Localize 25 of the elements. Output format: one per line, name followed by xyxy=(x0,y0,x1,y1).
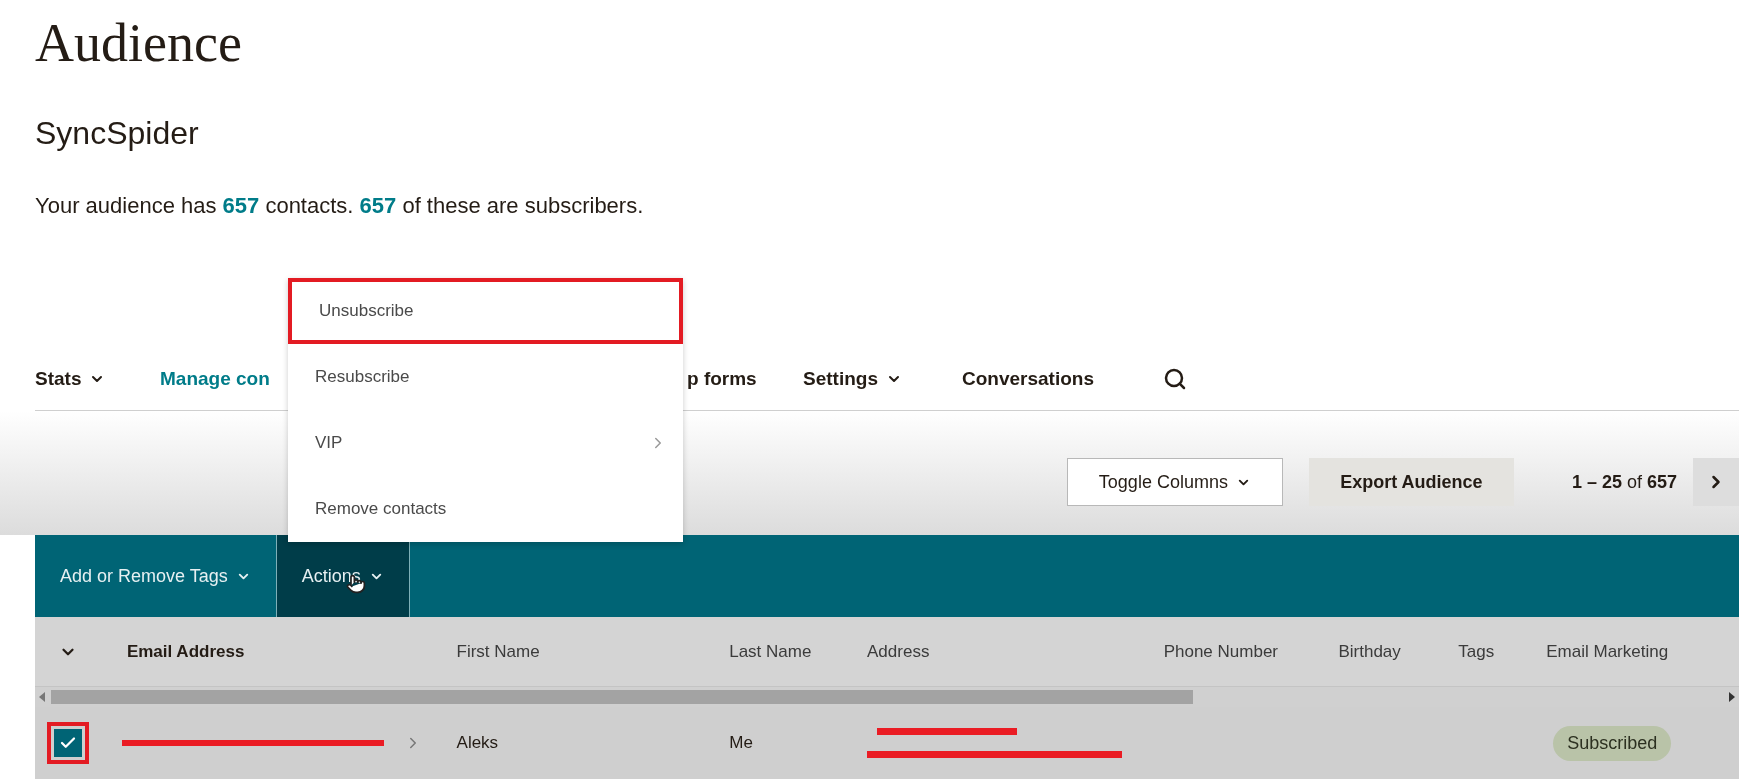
table-cell: Me xyxy=(729,733,753,753)
column-header[interactable]: Tags xyxy=(1458,641,1495,661)
nav-tab[interactable]: Stats xyxy=(35,364,106,394)
audience-name: SyncSpider xyxy=(35,114,199,153)
column-header[interactable]: First Name xyxy=(456,641,540,661)
audience-summary: Your audience has 657 contacts. 657 of these are subscribers. xyxy=(35,192,644,220)
column-header[interactable]: Address xyxy=(867,641,930,661)
nav-tab[interactable]: Manage con xyxy=(160,364,270,394)
menu-item[interactable]: Resubscribe xyxy=(288,344,683,410)
nav-tab[interactable]: Settings xyxy=(803,364,902,394)
toggle-columns-button[interactable]: Toggle Columns xyxy=(1066,458,1283,506)
pagination-text: 1 – 25 of 657 xyxy=(1571,471,1677,494)
nav-tab[interactable]: p forms xyxy=(687,364,757,394)
page-title: Audience xyxy=(35,12,242,75)
column-header[interactable]: Phone Number xyxy=(1163,641,1278,661)
column-header[interactable]: Birthday xyxy=(1338,641,1401,661)
status-badge: Subscribed xyxy=(1553,725,1672,761)
nav-tab[interactable]: Conversations xyxy=(962,364,1094,394)
column-header[interactable]: Last Name xyxy=(729,641,812,661)
menu-item[interactable]: VIP xyxy=(288,410,683,476)
menu-item[interactable]: Unsubscribe xyxy=(288,278,683,344)
export-audience-button[interactable]: Export Audience xyxy=(1308,458,1514,506)
table-cell: Aleks xyxy=(456,733,499,753)
column-header[interactable]: Email Address xyxy=(126,641,245,661)
column-header[interactable]: Email Marketing xyxy=(1546,641,1669,661)
